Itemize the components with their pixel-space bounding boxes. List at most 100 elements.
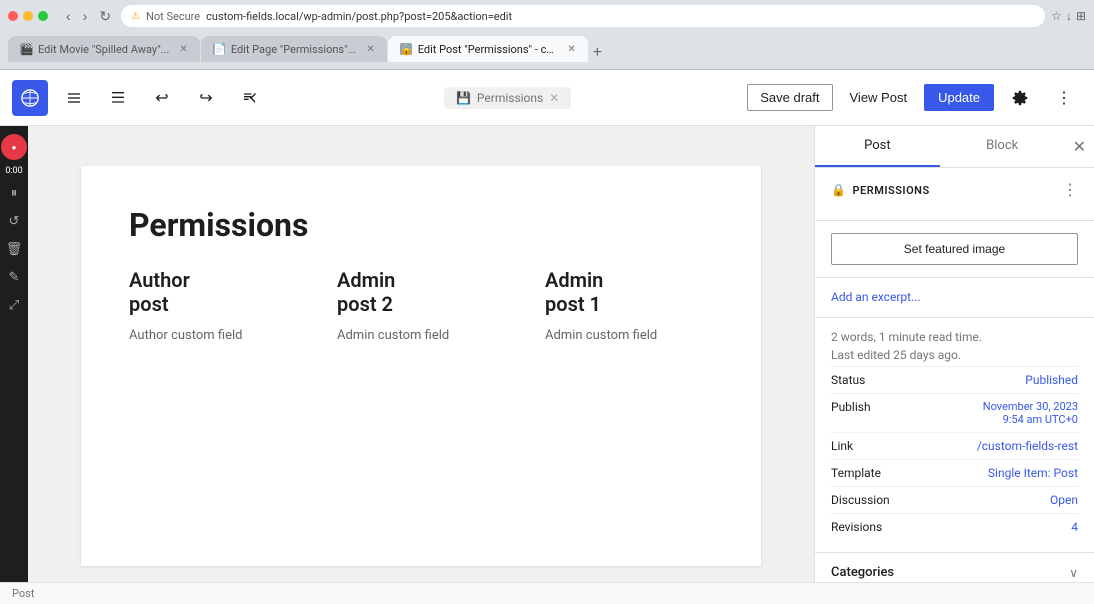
post-title[interactable]: Permissions — [129, 206, 713, 244]
link-value[interactable]: /custom-fields-rest — [977, 439, 1078, 453]
discussion-label: Discussion — [831, 493, 890, 507]
revisions-label: Revisions — [831, 520, 882, 534]
link-label: Link — [831, 439, 853, 453]
back-button[interactable]: ‹ — [62, 6, 75, 27]
sidebar-close-button[interactable]: ✕ — [1065, 129, 1094, 165]
categories-label: Categories — [831, 565, 894, 580]
sidebar-content: 🔒 Permissions ⋮ Set featured image Add a… — [815, 168, 1094, 582]
categories-section[interactable]: Categories ∨ — [815, 553, 1094, 582]
record-button[interactable]: ● — [1, 134, 27, 160]
publish-button[interactable]: Update — [924, 84, 994, 111]
add-excerpt-link[interactable]: Add an excerpt... — [831, 290, 921, 304]
refresh-button[interactable]: ↻ — [95, 6, 115, 27]
new-tab-button[interactable]: + — [589, 44, 606, 62]
recording-panel: ● 0:00 ⏸ ↺ 🗑 ✎ ⤢ — [0, 126, 28, 582]
set-featured-image-button[interactable]: Set featured image — [831, 233, 1078, 265]
view-post-button[interactable]: View Post — [841, 84, 917, 111]
meta-row-discussion: Discussion Open — [831, 486, 1078, 513]
col3-heading-line2: post 1 — [545, 292, 713, 316]
browser-tab-1[interactable]: 🎬 Edit Movie "Spilled Away"... ✕ — [8, 36, 200, 62]
close-dot[interactable] — [8, 11, 18, 21]
col2-heading-line2: post 2 — [337, 292, 505, 316]
template-value[interactable]: Single Item: Post — [988, 466, 1078, 480]
save-draft-button[interactable]: Save draft — [747, 84, 832, 111]
discussion-value[interactable]: Open — [1050, 493, 1078, 507]
browser-tab-3[interactable]: 🔒 Edit Post "Permissions" - cu... ✕ — [388, 36, 588, 62]
template-label: Template — [831, 466, 881, 480]
editor-area: Permissions Author post Author custom fi… — [28, 126, 814, 582]
status-label: Status — [831, 373, 865, 387]
publish-value[interactable]: November 30, 20239:54 am UTC+0 — [983, 400, 1078, 426]
saved-x-icon: ✕ — [549, 91, 559, 105]
security-label: Not Secure — [146, 10, 200, 23]
permissions-icon: 🔒 — [831, 183, 846, 197]
tab2-label: Edit Page "Permissions"... — [231, 43, 357, 56]
security-icon: ⚠ — [131, 11, 140, 22]
annotate-button[interactable]: ✎ — [3, 266, 25, 288]
toggle-sidebar-button[interactable] — [56, 80, 92, 116]
status-bar: Post — [0, 582, 1094, 604]
col2-heading: Admin post 2 — [337, 268, 505, 316]
summary-section: 2 words, 1 minute read time. Last edited… — [815, 318, 1094, 553]
minimize-dot[interactable] — [23, 11, 33, 21]
last-edited: Last edited 25 days ago. — [831, 348, 1078, 362]
details-button[interactable] — [232, 80, 268, 116]
permissions-section: 🔒 Permissions ⋮ — [815, 168, 1094, 221]
settings-button[interactable] — [1002, 80, 1038, 116]
meta-row-link: Link /custom-fields-rest — [831, 432, 1078, 459]
resize-button[interactable]: ⤢ — [3, 294, 25, 316]
col3-custom-field: Admin custom field — [545, 328, 713, 343]
col1-heading-line1: Author — [129, 268, 297, 292]
tab3-close[interactable]: ✕ — [567, 44, 575, 55]
meta-row-status: Status Published — [831, 366, 1078, 393]
toolbar-center: 💾 Permissions ✕ — [444, 87, 571, 109]
record-icon: ● — [12, 143, 17, 152]
meta-row-publish: Publish November 30, 20239:54 am UTC+0 — [831, 393, 1078, 432]
col2-heading-line1: Admin — [337, 268, 505, 292]
wp-logo-icon[interactable] — [12, 80, 48, 116]
record-time: 0:00 — [5, 166, 22, 176]
col1-custom-field: Author custom field — [129, 328, 297, 343]
pause-button[interactable]: ⏸ — [3, 182, 25, 204]
delete-button[interactable]: 🗑 — [3, 238, 25, 260]
post-column-2: Admin post 2 Admin custom field — [337, 268, 505, 343]
browser-controls — [8, 11, 48, 21]
browser-tab-2[interactable]: 📄 Edit Page "Permissions"... ✕ — [201, 36, 387, 62]
maximize-dot[interactable] — [38, 11, 48, 21]
tools-button[interactable] — [100, 80, 136, 116]
tab-post[interactable]: Post — [815, 126, 940, 167]
tab-block[interactable]: Block — [940, 126, 1065, 167]
post-column-3: Admin post 1 Admin custom field — [545, 268, 713, 343]
col3-heading: Admin post 1 — [545, 268, 713, 316]
editor-content[interactable]: Permissions Author post Author custom fi… — [81, 166, 761, 566]
editor-toolbar: ↩ ↪ 💾 Permissions ✕ Save draft View Post… — [0, 70, 1094, 126]
forward-button[interactable]: › — [79, 6, 92, 27]
post-column-1: Author post Author custom field — [129, 268, 297, 343]
permissions-more-button[interactable]: ⋮ — [1062, 180, 1078, 200]
browser-action-icons: ☆↓⊞ — [1051, 9, 1086, 23]
status-value[interactable]: Published — [1025, 373, 1078, 387]
permissions-title: Permissions — [852, 184, 929, 197]
tab2-close[interactable]: ✕ — [366, 44, 374, 55]
address-text[interactable]: custom-fields.local/wp-admin/post.php?po… — [206, 10, 512, 23]
browser-nav: ‹ › ↻ — [62, 6, 115, 27]
post-saved-label: Permissions — [477, 91, 543, 105]
status-bar-label: Post — [12, 587, 34, 600]
more-options-button[interactable]: ⋮ — [1046, 80, 1082, 116]
col1-heading: Author post — [129, 268, 297, 316]
tab1-favicon: 🎬 — [20, 43, 32, 55]
col1-heading-line2: post — [129, 292, 297, 316]
revisions-value[interactable]: 4 — [1071, 520, 1078, 534]
post-columns: Author post Author custom field Admin po… — [129, 268, 713, 343]
rewind-button[interactable]: ↺ — [3, 210, 25, 232]
tab1-close[interactable]: ✕ — [179, 44, 187, 55]
meta-row-revisions: Revisions 4 — [831, 513, 1078, 540]
redo-button[interactable]: ↪ — [188, 80, 224, 116]
publish-label: Publish — [831, 400, 871, 414]
word-count: 2 words, 1 minute read time. — [831, 330, 1078, 344]
tab3-favicon: 🔒 — [400, 43, 412, 55]
meta-row-template: Template Single Item: Post — [831, 459, 1078, 486]
undo-button[interactable]: ↩ — [144, 80, 180, 116]
featured-image-section: Set featured image — [815, 221, 1094, 278]
excerpt-section: Add an excerpt... — [815, 278, 1094, 318]
